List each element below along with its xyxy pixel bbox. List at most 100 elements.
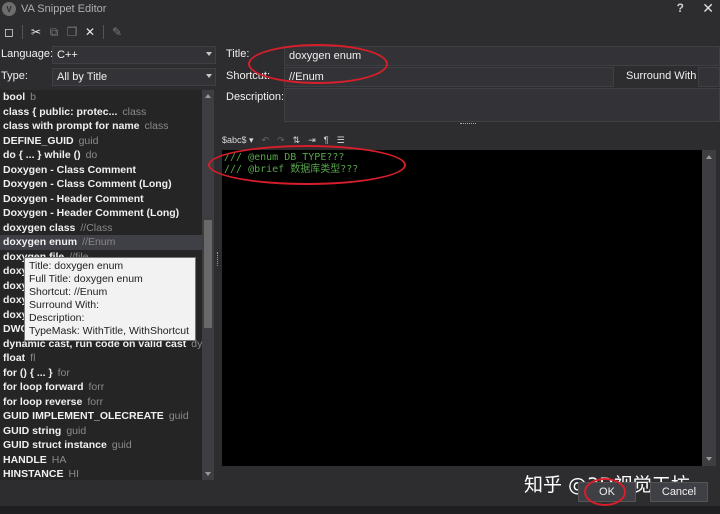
shortcut-label: Shortcut:	[226, 70, 271, 82]
snippet-row[interactable]: GUID struct instance guid	[0, 438, 214, 453]
tooltip-line: Surround With:	[29, 299, 100, 311]
edit-icon[interactable]: ✎	[110, 25, 124, 39]
snippet-row[interactable]: for loop reverse forr	[0, 395, 214, 410]
scroll-thumb[interactable]	[204, 220, 212, 328]
surround-with-field[interactable]	[698, 67, 720, 87]
snippet-shortcut: fl	[30, 352, 36, 364]
editor-scrollbar[interactable]	[702, 150, 716, 466]
snippet-tooltip: Title: doxygen enum Full Title: doxygen e…	[24, 257, 196, 341]
title-field[interactable]: doxygen enum	[284, 46, 720, 66]
snippet-title: DEFINE_GUID	[3, 134, 74, 147]
snippet-shortcut: for	[57, 366, 70, 379]
undo-icon[interactable]: ↶	[262, 135, 270, 146]
snippet-row[interactable]: GUID string guid	[0, 424, 214, 439]
wrap-icon[interactable]: ☰	[337, 135, 345, 146]
snippet-row[interactable]: do { ... } while () do	[0, 148, 214, 163]
snippet-title: doxygen class	[3, 221, 76, 234]
code-line: /// @enum DB_TYPE???	[224, 152, 345, 163]
shortcut-value: //Enum	[289, 71, 324, 83]
language-select[interactable]: C++	[52, 46, 216, 64]
snippet-shortcut: HA	[51, 453, 67, 466]
paste-icon[interactable]: ❐	[65, 25, 79, 39]
snippet-row[interactable]: DEFINE_GUID guid	[0, 134, 214, 149]
snippet-title: Doxygen - Class Comment	[3, 163, 137, 176]
sort-icon[interactable]: ⇅	[293, 135, 301, 146]
snippet-title: for loop forward	[3, 381, 84, 393]
scroll-up-icon[interactable]	[205, 94, 211, 98]
ok-button[interactable]: OK	[578, 482, 636, 502]
title-bar: V VA Snippet Editor ? ✕	[0, 0, 720, 18]
tooltip-line: TypeMask: WithTitle, WithShortcut	[29, 325, 190, 337]
snippet-shortcut: guid	[168, 410, 189, 422]
editor-toolbar: $abc$ ▾ ↶ ↷ ⇅ ⇥ ¶ ☰	[222, 132, 345, 148]
chevron-down-icon	[206, 52, 212, 56]
snippet-shortcut: guid	[78, 134, 99, 147]
cut-icon[interactable]: ✂	[29, 25, 43, 39]
snippet-row[interactable]: Doxygen - Class Comment (Long)	[0, 177, 214, 192]
snippet-shortcut: HI	[68, 468, 79, 480]
delete-icon[interactable]: ✕	[83, 25, 97, 39]
language-value: C++	[57, 49, 78, 61]
snippet-title: Doxygen - Header Comment (Long)	[3, 207, 180, 219]
shortcut-field[interactable]: //Enum	[284, 67, 614, 87]
snippet-title: doxygen enum	[3, 236, 78, 248]
snippet-row[interactable]: HANDLE HA	[0, 453, 214, 468]
snippet-title: HANDLE	[3, 453, 47, 466]
list-scrollbar[interactable]	[202, 90, 214, 480]
new-icon[interactable]: ◻	[2, 25, 16, 39]
snippet-shortcut: do	[85, 149, 98, 161]
toolbar-divider	[103, 25, 104, 39]
description-field[interactable]	[284, 88, 720, 122]
reserved-strings-button[interactable]: $abc$ ▾	[222, 135, 254, 146]
scroll-down-icon[interactable]	[706, 457, 712, 461]
type-value: All by Title	[57, 71, 108, 83]
close-button[interactable]: ✕	[702, 0, 714, 17]
snippet-row[interactable]: bool b	[0, 90, 214, 105]
snippet-title: for loop reverse	[3, 395, 83, 408]
description-label: Description:	[226, 91, 285, 103]
snippet-row[interactable]: Doxygen - Header Comment (Long)	[0, 206, 214, 221]
snippet-row[interactable]: HINSTANCE HI	[0, 467, 214, 480]
bottom-strip	[0, 506, 720, 514]
snippet-row[interactable]: GUID IMPLEMENT_OLECREATE guid	[0, 409, 214, 424]
surround-with-label: Surround With	[626, 70, 697, 82]
snippet-shortcut: //Enum	[82, 236, 116, 248]
snippet-shortcut: b	[30, 91, 37, 103]
snippet-row[interactable]: for loop forward forr	[0, 380, 214, 395]
snippet-title: Doxygen - Header Comment	[3, 192, 144, 205]
type-select[interactable]: All by Title	[52, 68, 216, 86]
app-logo-icon: V	[2, 2, 16, 16]
cancel-button[interactable]: Cancel	[650, 482, 708, 502]
snippet-title: for () { ... }	[3, 366, 53, 379]
snippet-row[interactable]: float fl	[0, 351, 214, 366]
snippet-shortcut: guid	[111, 439, 132, 451]
paragraph-icon[interactable]: ¶	[324, 135, 329, 145]
snippet-row[interactable]: class { public: protec... class	[0, 105, 214, 120]
snippet-row[interactable]: Doxygen - Class Comment	[0, 163, 214, 178]
snippet-title: class with prompt for name	[3, 120, 140, 132]
type-label: Type:	[1, 70, 28, 82]
help-button[interactable]: ?	[677, 1, 684, 15]
reserved-strings-label: $abc$	[222, 134, 247, 145]
redo-icon[interactable]: ↷	[277, 135, 285, 146]
resize-grip[interactable]	[460, 123, 476, 126]
snippet-title: Doxygen - Class Comment (Long)	[3, 178, 172, 190]
snippet-toolbar: ◻ ✂ ⧉ ❐ ✕ ✎	[0, 22, 200, 42]
snippet-shortcut: forr	[88, 381, 105, 393]
snippet-title: HINSTANCE	[3, 468, 64, 480]
snippet-row[interactable]: doxygen class //Class	[0, 221, 214, 236]
copy-icon[interactable]: ⧉	[47, 25, 61, 39]
snippet-title: class { public: protec...	[3, 105, 118, 118]
snippet-row[interactable]: for () { ... } for	[0, 366, 214, 381]
tooltip-line: Title: doxygen enum	[29, 260, 124, 272]
snippet-shortcut: //Class	[80, 221, 113, 234]
snippet-row[interactable]: class with prompt for name class	[0, 119, 214, 134]
indent-icon[interactable]: ⇥	[308, 135, 316, 146]
splitter-handle[interactable]	[217, 252, 220, 266]
snippet-row[interactable]: Doxygen - Header Comment	[0, 192, 214, 207]
scroll-down-icon[interactable]	[205, 472, 211, 476]
title-value: doxygen enum	[289, 50, 362, 62]
code-editor[interactable]: /// @enum DB_TYPE???/// @brief 数据库类型???	[222, 150, 702, 466]
snippet-row[interactable]: doxygen enum //Enum	[0, 235, 214, 250]
scroll-up-icon[interactable]	[706, 155, 712, 159]
